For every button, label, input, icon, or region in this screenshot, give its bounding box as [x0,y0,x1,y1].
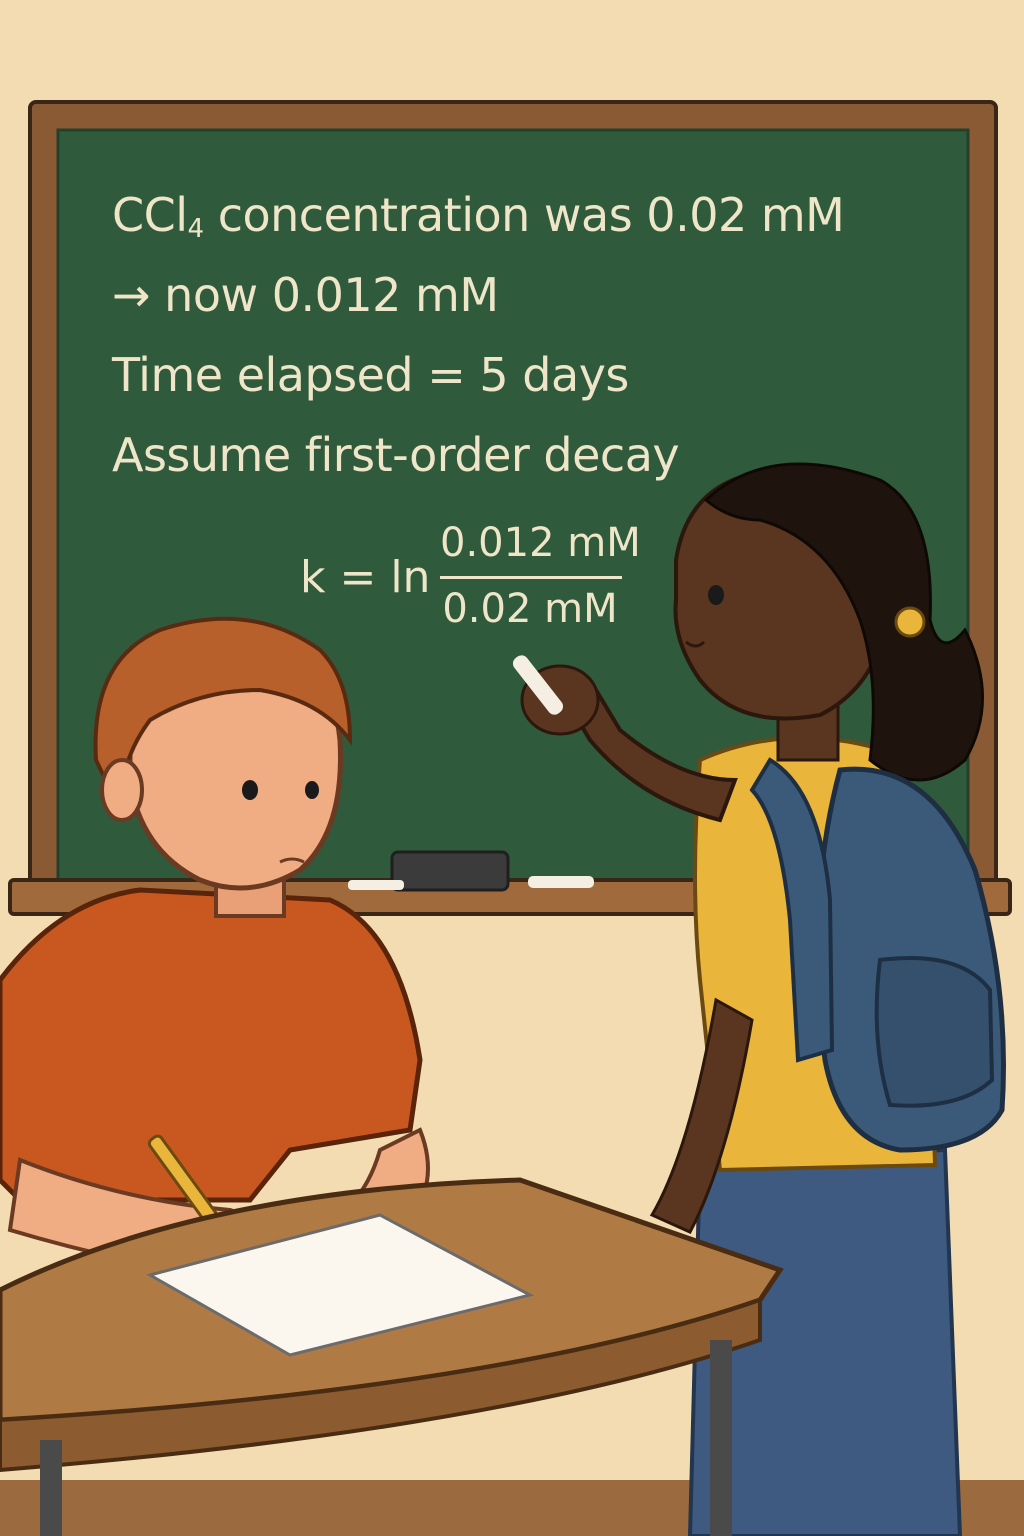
boy-eye-right [305,781,319,799]
formula-lhs: k = ln [300,552,431,603]
chalk-piece-right [528,876,594,888]
board-line-concentration-rest: concentration was 0.02 mM [203,188,845,242]
board-line-concentration: CCl4 concentration was 0.02 mM [112,188,845,244]
board-line-time: Time elapsed = 5 days [112,348,629,402]
board-line-assumption: Assume first-order decay [112,428,680,482]
desk-leg-right [710,1340,732,1536]
girl-eye [708,585,724,605]
boy-eye-left [242,780,258,800]
formula-denominator: 0.02 mM [442,586,618,632]
fraction-bar [440,576,622,579]
desk-leg-left [40,1440,62,1536]
board-line-now: → now 0.012 mM [112,268,499,322]
backpack-pocket [874,956,995,1108]
hair-tie [894,606,926,638]
ccl4-subscript: 4 [187,214,205,244]
boy-ear [100,758,144,822]
ccl4-formula: CCl [112,188,188,242]
eraser [390,850,510,892]
formula-numerator: 0.012 mM [440,520,641,566]
classroom-scene: CCl4 concentration was 0.02 mM → now 0.0… [0,0,1024,1536]
chalk-piece-left [348,880,404,890]
